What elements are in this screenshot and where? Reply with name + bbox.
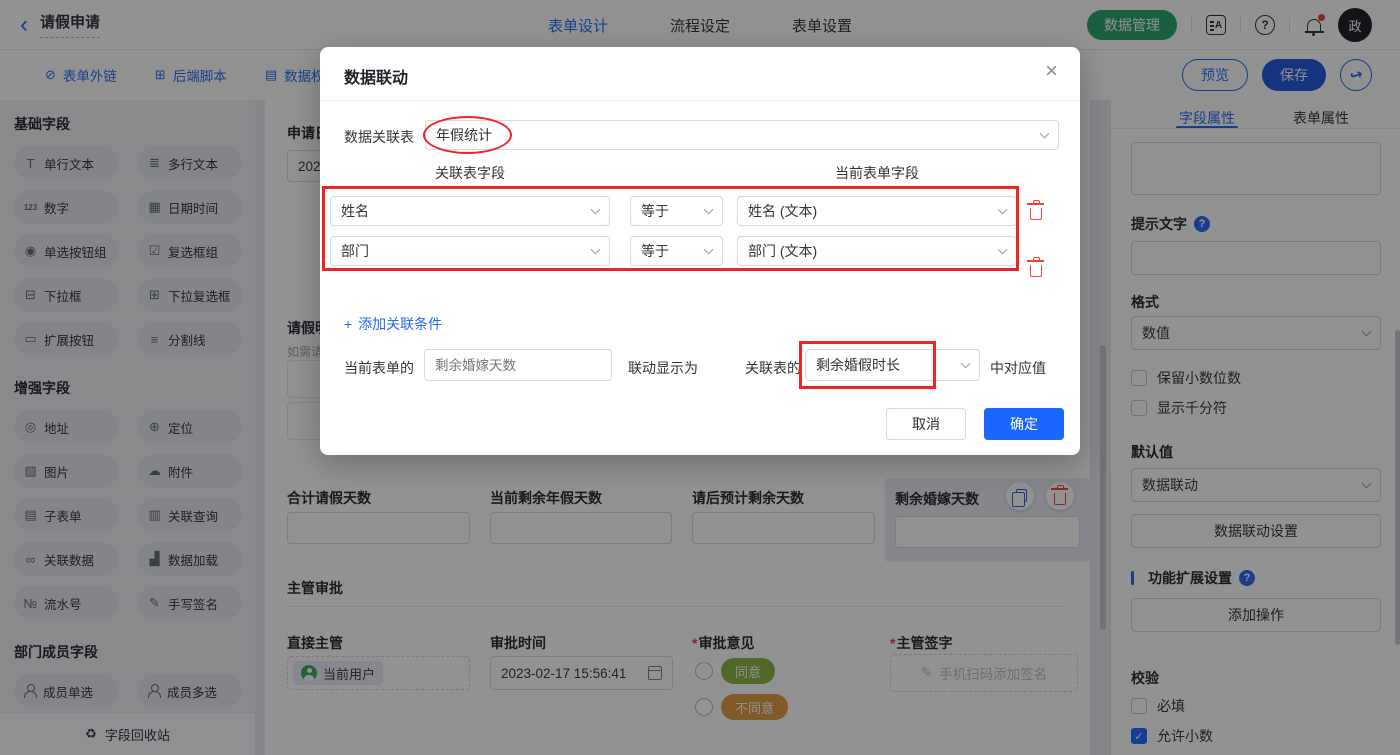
plus-icon: + <box>344 316 353 332</box>
link-table-select[interactable]: 年假统计 <box>425 120 1059 150</box>
condition-right-value: 姓名 (文本) <box>748 203 818 219</box>
condition1-delete-icon[interactable] <box>1027 200 1044 220</box>
link-table-label: 数据关联表 <box>344 129 414 145</box>
condition-right-value: 部门 (文本) <box>748 243 818 259</box>
mapping-of-table-label: 关联表的 <box>745 360 801 376</box>
chevron-down-icon <box>703 204 714 215</box>
condition2-operator-select[interactable]: 等于 <box>630 236 723 266</box>
condition-left-value: 部门 <box>341 243 369 259</box>
column-header-link-fields: 关联表字段 <box>435 165 505 181</box>
data-linkage-modal: 数据联动 × 数据关联表 年假统计 关联表字段 当前表单字段 姓名 等于 姓名 … <box>320 47 1080 455</box>
link-table-value: 年假统计 <box>436 127 492 143</box>
condition-left-value: 姓名 <box>341 203 369 219</box>
condition2-delete-icon[interactable] <box>1027 257 1044 277</box>
mapping-middle-label: 联动显示为 <box>628 360 698 376</box>
modal-header-divider <box>320 100 1080 101</box>
condition2-link-field-select[interactable]: 部门 <box>330 236 610 266</box>
chevron-down-icon <box>703 244 714 255</box>
condition2-form-field-select[interactable]: 部门 (文本) <box>737 236 1017 266</box>
close-icon[interactable]: × <box>1045 60 1058 82</box>
confirm-button[interactable]: 确定 <box>984 408 1064 440</box>
mapping-prefix-label: 当前表单的 <box>344 360 414 376</box>
chevron-down-icon <box>997 204 1008 215</box>
cancel-button[interactable]: 取消 <box>886 408 966 440</box>
chevron-down-icon <box>997 244 1008 255</box>
chevron-down-icon <box>1039 128 1050 139</box>
condition1-operator-select[interactable]: 等于 <box>630 196 723 226</box>
column-header-current-fields: 当前表单字段 <box>835 165 919 181</box>
chevron-down-icon <box>590 204 601 215</box>
mapping-target-select[interactable]: 剩余婚假时长 <box>805 349 980 381</box>
add-condition-link[interactable]: + 添加关联条件 <box>344 314 442 334</box>
condition1-link-field-select[interactable]: 姓名 <box>330 196 610 226</box>
condition-op-value: 等于 <box>641 203 669 219</box>
add-condition-label: 添加关联条件 <box>358 316 443 332</box>
mapping-target-value: 剩余婚假时长 <box>816 357 900 373</box>
mapping-field-input[interactable] <box>424 349 612 381</box>
condition-op-value: 等于 <box>641 243 669 259</box>
condition1-form-field-select[interactable]: 姓名 (文本) <box>737 196 1017 226</box>
chevron-down-icon <box>590 244 601 255</box>
chevron-down-icon <box>960 358 971 369</box>
mapping-suffix-label: 中对应值 <box>990 360 1046 376</box>
modal-title: 数据联动 <box>344 70 409 87</box>
